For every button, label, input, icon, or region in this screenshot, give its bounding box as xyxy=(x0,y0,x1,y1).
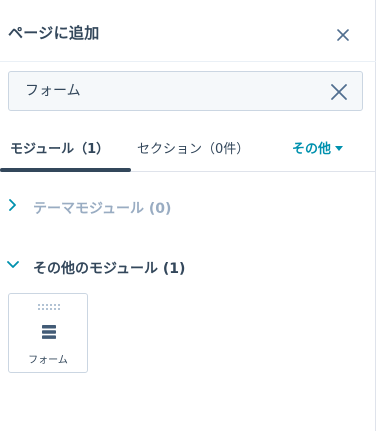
tab-modules[interactable]: モジュール（1） xyxy=(10,138,109,157)
active-tab-indicator xyxy=(0,168,131,172)
more-dropdown[interactable]: その他 xyxy=(292,138,344,157)
more-dropdown-label: その他 xyxy=(292,142,332,157)
caret-down-icon xyxy=(335,146,344,151)
panel-title: ページに追加 xyxy=(8,24,100,42)
panel-header: ページに追加 xyxy=(0,0,376,62)
other-modules-group-label: その他のモジュール (1) xyxy=(33,261,186,277)
module-card-label: フォーム xyxy=(28,355,68,366)
clear-icon xyxy=(331,84,347,100)
clear-search-button[interactable] xyxy=(330,83,348,101)
theme-modules-group-label: テーマモジュール (0) xyxy=(33,201,172,217)
tab-sections[interactable]: セクション（0件） xyxy=(137,138,249,157)
add-to-page-panel: ページに追加 モジュール（1） セクション（0件） その他 テーマモジュール (… xyxy=(0,0,376,431)
search-input[interactable] xyxy=(25,82,305,98)
module-search-box xyxy=(8,71,363,111)
tab-bar: モジュール（1） セクション（0件） その他 xyxy=(0,124,376,172)
other-modules-group-toggle[interactable]: その他のモジュール (1) xyxy=(0,254,376,280)
close-icon xyxy=(337,29,349,41)
close-button[interactable] xyxy=(333,24,353,44)
form-module-card[interactable]: フォーム xyxy=(8,293,88,373)
chevron-down-icon xyxy=(7,261,19,268)
form-icon xyxy=(42,325,56,339)
chevron-right-icon xyxy=(9,199,16,211)
drag-handle-icon xyxy=(38,304,60,310)
theme-modules-group-toggle[interactable]: テーマモジュール (0) xyxy=(0,194,376,220)
